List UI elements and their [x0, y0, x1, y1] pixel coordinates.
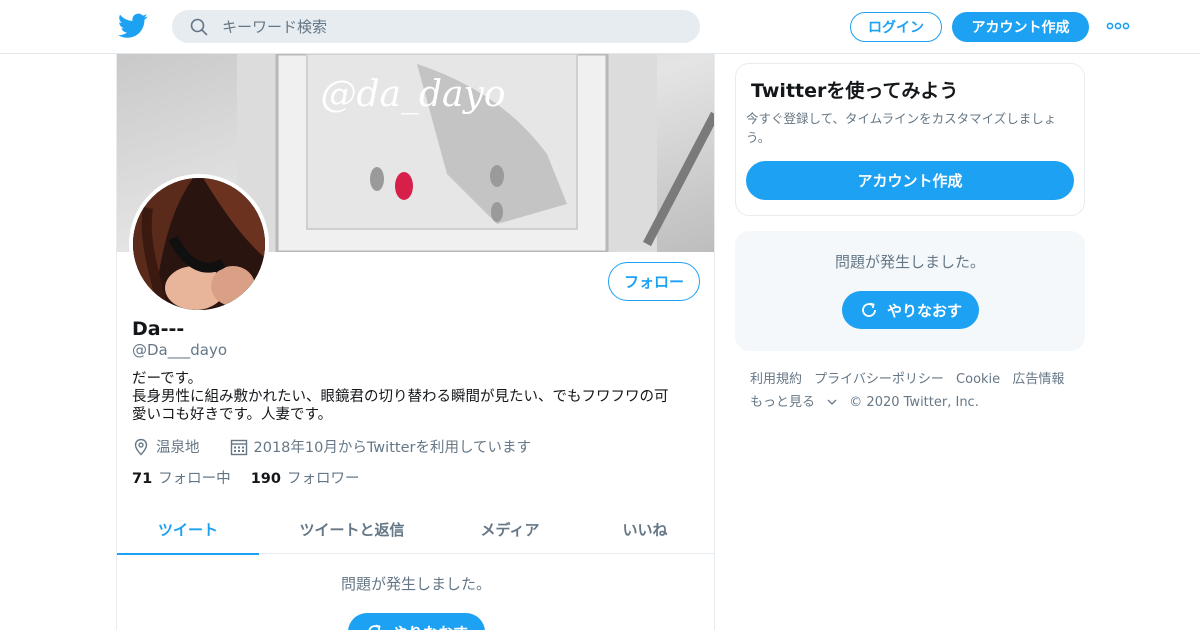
profile-handle[interactable]: @Da___dayo: [132, 341, 227, 359]
footer: 利用規約 プライバシーポリシー Cookie 広告情報 もっと見る © 2020…: [750, 368, 1090, 414]
profile-meta: 温泉地 2018年10月からTwitterを利用しています: [132, 436, 531, 457]
signup-card-button[interactable]: アカウント作成: [746, 161, 1074, 200]
sidebar-error-card: 問題が発生しました。 やりなおす: [735, 231, 1085, 351]
profile-stats: 71 フォロー中 190 フォロワー: [132, 467, 359, 488]
sidebar-retry-button[interactable]: やりなおす: [842, 291, 979, 329]
refresh-icon: [862, 302, 876, 317]
refresh-icon: [368, 624, 381, 630]
footer-link-cookie[interactable]: Cookie: [956, 372, 1000, 387]
footer-link-ads[interactable]: 広告情報: [1012, 372, 1064, 387]
avatar[interactable]: [129, 174, 269, 314]
banner-watermark: @da_dayo: [320, 74, 505, 115]
signup-card: Twitterを使ってみよう 今すぐ登録して、タイムラインをカスタマイズしましょ…: [735, 63, 1085, 216]
bio-line: 愛いコも好きです。人妻です。: [132, 407, 333, 423]
timeline-error-message: 問題が発生しました。: [340, 575, 491, 593]
footer-more-link[interactable]: もっと見る: [750, 395, 837, 410]
profile-name: Da---: [132, 318, 185, 340]
sidebar-error-message: 問題が発生しました。: [834, 253, 985, 271]
signup-card-title: Twitterを使ってみよう: [751, 80, 959, 102]
copyright: © 2020 Twitter, Inc.: [849, 395, 979, 410]
profile-location: 温泉地: [156, 440, 200, 456]
profile-column: @da_dayo フォロー Da--- @Da___dayo だーです。 長身男…: [116, 54, 715, 630]
following-count: 71: [132, 471, 153, 487]
profile-joined-date: 2018年10月からTwitterを利用しています: [253, 440, 532, 456]
bio-line: だーです。: [132, 371, 203, 387]
followers-link[interactable]: 190 フォロワー: [251, 467, 360, 488]
search-icon: [190, 18, 208, 35]
signup-button[interactable]: アカウント作成: [952, 12, 1089, 42]
signup-card-description: 今すぐ登録して、タイムラインをカスタマイズしましょう。: [746, 111, 1057, 145]
sidebar-retry-label: やりなおす: [886, 301, 962, 320]
location-pin-icon: [134, 438, 148, 455]
profile-bio: だーです。 長身男性に組み敷かれたい、眼鏡君の切り替わる瞬間が見たい、でもフワフ…: [132, 370, 702, 424]
tab-tweets[interactable]: ツイート: [117, 504, 259, 555]
footer-link-privacy[interactable]: プライバシーポリシー: [814, 372, 944, 387]
search-input[interactable]: [222, 17, 682, 36]
bio-line: 長身男性に組み敷かれたい、眼鏡君の切り替わる瞬間が見たい、でもフワフワの可: [132, 389, 669, 405]
timeline-retry-label: やりなおす: [393, 622, 468, 630]
avatar-image: [133, 178, 265, 310]
follow-button[interactable]: フォロー: [608, 262, 700, 301]
footer-more-label: もっと見る: [750, 395, 816, 410]
following-label: フォロー中: [158, 471, 231, 487]
profile-tabs: ツイート ツイートと返信 メディア いいね: [117, 504, 714, 555]
top-navigation-bar: ログイン アカウント作成: [0, 0, 1200, 54]
chevron-down-icon: [827, 399, 837, 405]
tab-likes[interactable]: いいね: [575, 504, 714, 554]
followers-count: 190: [250, 471, 281, 487]
tab-tweets-and-replies[interactable]: ツイートと返信: [259, 504, 445, 554]
footer-link-terms[interactable]: 利用規約: [750, 372, 802, 387]
twitter-bird-icon[interactable]: [118, 13, 148, 39]
calendar-icon: [230, 439, 247, 455]
timeline-retry-button[interactable]: やりなおす: [348, 613, 485, 630]
tab-media[interactable]: メディア: [445, 504, 575, 554]
followers-label: フォロワー: [286, 471, 360, 487]
more-options-icon[interactable]: [1106, 18, 1130, 34]
search-bar[interactable]: [172, 10, 700, 43]
following-link[interactable]: 71 フォロー中: [132, 467, 231, 488]
login-button[interactable]: ログイン: [850, 12, 942, 42]
